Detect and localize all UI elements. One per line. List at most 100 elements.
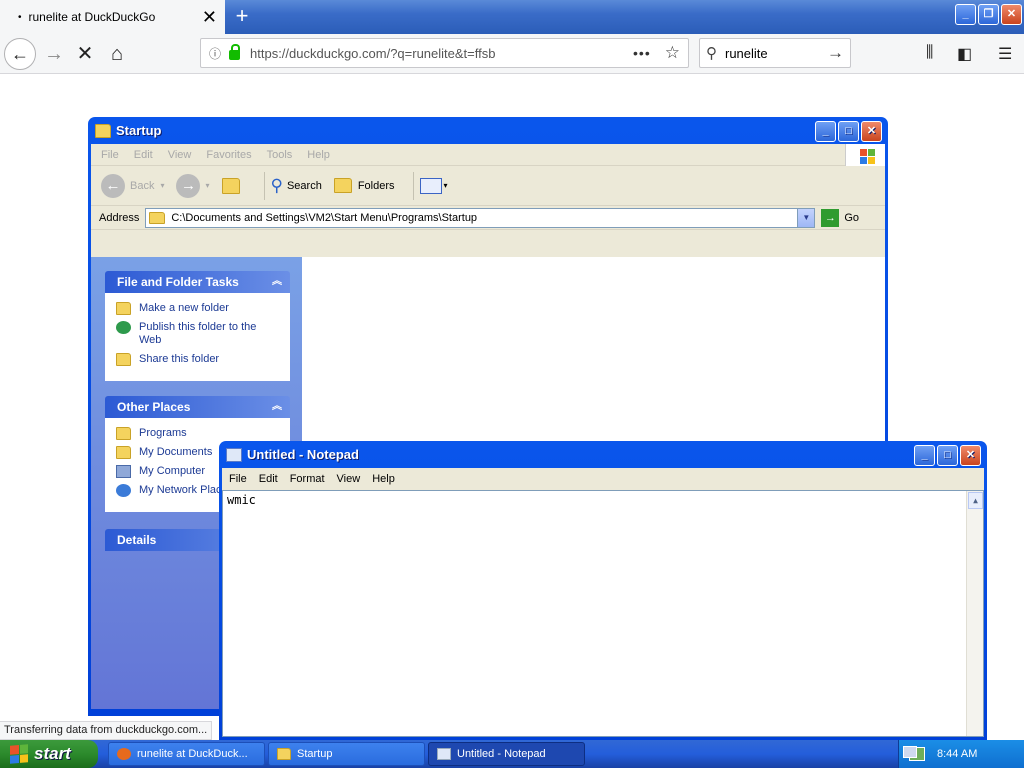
folder-icon xyxy=(277,748,291,760)
menu-edit[interactable]: Edit xyxy=(134,149,153,161)
forward-button[interactable]: → xyxy=(38,38,70,70)
bookmark-star-icon[interactable]: ☆ xyxy=(665,43,680,63)
np-menu-view[interactable]: View xyxy=(337,473,361,485)
search-input[interactable]: runelite xyxy=(725,46,827,61)
back-label: Back xyxy=(130,179,155,192)
folders-button[interactable]: Folders xyxy=(333,178,395,193)
collapse-chevron-icon[interactable]: ︽ xyxy=(272,396,282,418)
vertical-scrollbar[interactable]: ▲ xyxy=(966,491,983,736)
browser-restore-button[interactable]: ❐ xyxy=(978,4,999,25)
explorer-close-button[interactable]: ✕ xyxy=(861,121,882,142)
search-go-icon[interactable]: → xyxy=(827,43,844,63)
search-bar[interactable]: ⚲ runelite → xyxy=(699,38,851,68)
task-startup[interactable]: Startup xyxy=(268,742,425,766)
tab-close-icon[interactable]: ✕ xyxy=(202,8,217,26)
task-label: Publish this folder to the Web xyxy=(139,321,257,346)
task-publish-web[interactable]: Publish this folder to the Web xyxy=(116,321,279,347)
notepad-titlebar[interactable]: Untitled - Notepad _ □ ✕ xyxy=(222,441,984,468)
np-menu-format[interactable]: Format xyxy=(290,473,325,485)
other-places-header[interactable]: Other Places ︽ xyxy=(105,396,290,418)
back-button-xp[interactable]: ← Back ▾ xyxy=(101,173,164,198)
panel-title: Details xyxy=(117,533,157,547)
lock-icon xyxy=(229,44,241,60)
notepad-maximize-button[interactable]: □ xyxy=(937,445,958,466)
explorer-toolbar: ← Back ▾ → ▾ ⚲ Search Folders ▾ xyxy=(91,166,885,206)
go-arrow-icon: → xyxy=(821,208,840,227)
notepad-minimize-button[interactable]: _ xyxy=(914,445,935,466)
toolbar-separator xyxy=(263,171,265,200)
url-bar[interactable]: ⓘ https://duckduckgo.com/?q=runelite&t=f… xyxy=(200,38,689,68)
menu-favorites[interactable]: Favorites xyxy=(206,149,251,161)
forward-button-xp[interactable]: → ▾ xyxy=(176,173,210,198)
go-label: Go xyxy=(844,211,860,224)
documents-folder-icon xyxy=(116,446,131,459)
back-arrow-icon: ← xyxy=(101,173,125,198)
notepad-body: File Edit Format View Help wmic ▲ xyxy=(222,468,984,737)
file-folder-tasks-header[interactable]: File and Folder Tasks ︽ xyxy=(105,271,290,293)
file-folder-tasks-body: Make a new folder Publish this folder to… xyxy=(105,293,290,381)
menu-view[interactable]: View xyxy=(168,149,192,161)
np-menu-help[interactable]: Help xyxy=(372,473,395,485)
tab-duckduckgo[interactable]: • runelite at DuckDuckGo ✕ xyxy=(0,0,225,34)
library-icon[interactable]: ⫼ xyxy=(926,44,933,62)
new-tab-button[interactable]: + xyxy=(229,4,255,30)
views-button[interactable]: ▾ xyxy=(419,177,448,194)
explorer-minimize-button[interactable]: _ xyxy=(815,121,836,142)
search-button-xp[interactable]: ⚲ Search xyxy=(271,176,322,196)
up-folder-icon xyxy=(221,177,240,194)
url-text[interactable]: https://duckduckgo.com/?q=runelite&t=ffs… xyxy=(250,46,633,61)
task-notepad[interactable]: Untitled - Notepad xyxy=(428,742,585,766)
menu-help[interactable]: Help xyxy=(307,149,330,161)
task-make-new-folder[interactable]: Make a new folder xyxy=(116,302,279,315)
np-menu-file[interactable]: File xyxy=(229,473,247,485)
task-label: runelite at DuckDuck... xyxy=(137,748,248,760)
menu-icon[interactable]: ☰ xyxy=(998,44,1012,64)
address-input[interactable]: C:\Documents and Settings\VM2\Start Menu… xyxy=(145,207,816,228)
browser-close-button[interactable]: ✕ xyxy=(1001,4,1022,25)
browser-tab-bar: • runelite at DuckDuckGo ✕ + _ ❐ ✕ xyxy=(0,0,1024,34)
place-label: My Documents xyxy=(139,446,213,458)
notepad-text-area[interactable]: wmic ▲ xyxy=(222,490,984,737)
go-button[interactable]: → Go xyxy=(821,208,860,227)
windows-logo-icon xyxy=(845,144,885,166)
taskbar: start runelite at DuckDuck... Startup Un… xyxy=(0,740,1024,768)
info-icon[interactable]: ⓘ xyxy=(209,45,221,62)
task-share-folder[interactable]: Share this folder xyxy=(116,353,279,366)
firefox-icon xyxy=(117,748,131,760)
address-folder-icon xyxy=(149,211,166,224)
notepad-content: wmic xyxy=(227,493,256,507)
browser-minimize-button[interactable]: _ xyxy=(955,4,976,25)
notepad-close-button[interactable]: ✕ xyxy=(960,445,981,466)
page-actions-icon[interactable]: ••• xyxy=(633,45,651,61)
place-label: Programs xyxy=(139,427,187,439)
start-button[interactable]: start xyxy=(0,740,98,768)
explorer-menubar: File Edit View Favorites Tools Help xyxy=(91,144,885,166)
home-button[interactable]: ⌂ xyxy=(101,38,133,70)
file-folder-tasks-panel: File and Folder Tasks ︽ Make a new folde… xyxy=(105,271,290,381)
tab-loading-dot: • xyxy=(18,11,22,23)
address-bar: Address C:\Documents and Settings\VM2\St… xyxy=(91,206,885,230)
up-folder-button[interactable] xyxy=(221,177,246,194)
keyboard-icon[interactable] xyxy=(903,746,917,758)
explorer-maximize-button[interactable]: □ xyxy=(838,121,859,142)
task-label: Make a new folder xyxy=(139,302,229,314)
task-label: Startup xyxy=(297,748,333,760)
programs-folder-icon xyxy=(116,427,131,440)
sidebar-icon[interactable]: ◧ xyxy=(957,44,972,64)
menu-tools[interactable]: Tools xyxy=(267,149,293,161)
clock[interactable]: 8:44 AM xyxy=(937,748,977,760)
search-label: Search xyxy=(286,179,322,192)
scroll-up-icon[interactable]: ▲ xyxy=(968,492,983,509)
search-icon: ⚲ xyxy=(706,45,717,62)
task-firefox[interactable]: runelite at DuckDuck... xyxy=(108,742,265,766)
collapse-chevron-icon[interactable]: ︽ xyxy=(272,271,282,293)
stop-button[interactable]: ✕ xyxy=(69,38,101,70)
task-label: Share this folder xyxy=(139,353,220,365)
task-label: Untitled - Notepad xyxy=(457,748,546,760)
explorer-titlebar[interactable]: Startup _ □ ✕ xyxy=(91,117,885,144)
np-menu-edit[interactable]: Edit xyxy=(259,473,278,485)
back-button[interactable]: ← xyxy=(4,38,36,70)
place-programs[interactable]: Programs xyxy=(116,427,279,440)
menu-file[interactable]: File xyxy=(101,149,119,161)
address-dropdown-icon[interactable]: ▼ xyxy=(797,208,815,227)
